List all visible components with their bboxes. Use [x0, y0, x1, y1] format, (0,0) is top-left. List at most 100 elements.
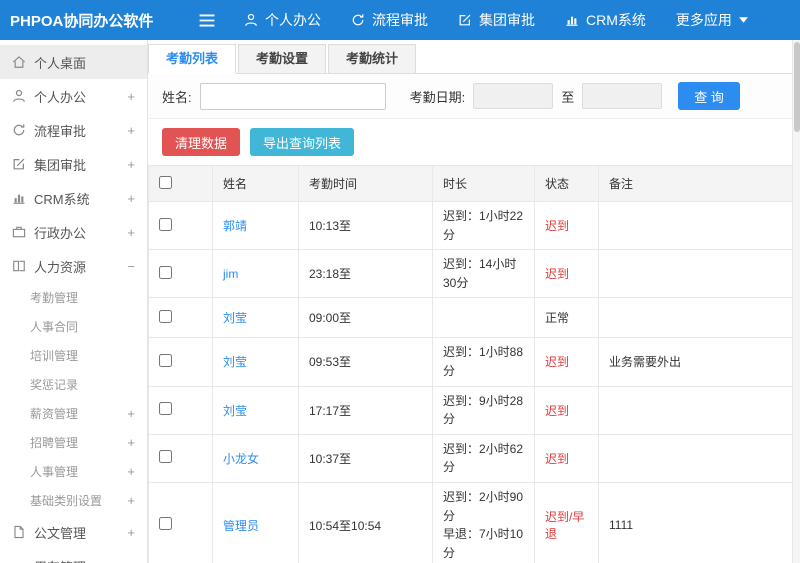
- tab-item[interactable]: 考勤统计: [328, 44, 417, 74]
- caret-down-icon: [738, 17, 748, 23]
- duration-cell: 迟到：1小时22分: [432, 200, 535, 251]
- sidebar-item[interactable]: 用车管理 +: [0, 549, 147, 563]
- row-checkbox[interactable]: [159, 402, 172, 416]
- time-cell: 09:00至: [298, 297, 433, 339]
- table-row: 刘莹 09:53至 迟到：1小时88分 迟到 业务需要外出: [148, 337, 800, 387]
- sidebar-item[interactable]: 人事管理 +: [0, 457, 147, 486]
- duration-cell: 迟到：2小时90分 早退：7小时10分: [432, 481, 535, 563]
- employee-name-link[interactable]: 小龙女: [223, 452, 259, 466]
- row-check-cell: [148, 433, 213, 483]
- topnav-item[interactable]: 集团审批: [458, 10, 535, 30]
- row-checkbox[interactable]: [159, 517, 172, 531]
- sidebar-item[interactable]: 奖惩记录: [0, 370, 147, 399]
- employee-name-link[interactable]: 刘莹: [223, 311, 247, 325]
- row-checkbox[interactable]: [159, 450, 172, 464]
- sidebar-item-label: CRM系统: [34, 191, 90, 207]
- user-icon: [12, 89, 26, 103]
- menu-icon[interactable]: [198, 13, 216, 27]
- sidebar-item[interactable]: 公文管理 +: [0, 515, 147, 549]
- sidebar-item-label: 培训管理: [30, 349, 79, 363]
- name-cell: 小龙女: [212, 433, 299, 483]
- date-to-label: 至: [561, 89, 575, 105]
- sidebar-item[interactable]: 行政办公 +: [0, 215, 147, 249]
- expand-toggle-icon[interactable]: +: [127, 435, 135, 450]
- status-text: 迟到/早退: [545, 510, 585, 542]
- topnav-item[interactable]: CRM系统: [565, 10, 646, 30]
- row-checkbox[interactable]: [159, 217, 172, 231]
- sidebar-item[interactable]: 培训管理: [0, 341, 147, 370]
- row-checkbox[interactable]: [159, 353, 172, 367]
- sidebar-item[interactable]: 人事合同: [0, 312, 147, 341]
- sidebar-item-label: 人事合同: [30, 320, 79, 334]
- duration-line: 迟到：9小时28分: [443, 393, 524, 427]
- tab-item[interactable]: 考勤列表: [148, 44, 237, 74]
- edit-icon: [12, 157, 26, 171]
- tab-item[interactable]: 考勤设置: [238, 44, 327, 74]
- status-cell: 迟到/早退: [534, 481, 599, 563]
- row-check-cell: [148, 481, 213, 563]
- expand-toggle-icon[interactable]: +: [127, 464, 135, 479]
- time-cell: 10:37至: [298, 433, 433, 483]
- export-list-button[interactable]: 导出查询列表: [250, 128, 355, 156]
- remark-cell: [598, 433, 800, 483]
- duration-line: 早退：7小时10分: [443, 527, 524, 560]
- expand-toggle-icon[interactable]: +: [127, 493, 135, 508]
- sidebar-item[interactable]: 招聘管理 +: [0, 428, 147, 457]
- sidebar-item-label: 招聘管理: [30, 436, 79, 450]
- table-row: 刘莹 09:00至 正常: [148, 297, 800, 339]
- status-text: 迟到: [545, 355, 570, 370]
- status-text: 迟到: [545, 219, 570, 234]
- date-start-input[interactable]: [473, 83, 554, 109]
- name-filter-label: 姓名:: [162, 89, 192, 105]
- select-all-checkbox[interactable]: [159, 175, 172, 189]
- sidebar-item[interactable]: 考勤管理: [0, 283, 147, 312]
- row-checkbox[interactable]: [159, 309, 172, 323]
- expand-toggle-icon[interactable]: +: [127, 406, 135, 421]
- name-filter-input[interactable]: [199, 82, 386, 110]
- expand-toggle-icon[interactable]: +: [127, 123, 135, 138]
- scrollbar-thumb[interactable]: [793, 42, 800, 132]
- time-cell: 10:54至10:54: [298, 481, 433, 563]
- clean-data-button[interactable]: 清理数据: [162, 128, 241, 156]
- layout: 个人桌面 个人办公 + 流程审批 + 集团审批 + CRM系统 + 行政办公 + 人力资源 − 考勤管理人…: [0, 40, 800, 563]
- duration-cell: [432, 297, 535, 339]
- date-end-input[interactable]: [582, 83, 663, 109]
- sidebar-item[interactable]: 个人桌面: [0, 45, 147, 79]
- sidebar-item[interactable]: 人力资源 −: [0, 249, 147, 283]
- sidebar-item[interactable]: 薪资管理 +: [0, 399, 147, 428]
- employee-name-link[interactable]: 刘莹: [223, 404, 247, 418]
- expand-toggle-icon[interactable]: +: [127, 525, 135, 540]
- table-row: 小龙女 10:37至 迟到：2小时62分 迟到: [148, 433, 800, 483]
- status-cell: 正常: [534, 297, 599, 339]
- employee-name-link[interactable]: 刘莹: [223, 355, 247, 369]
- expand-toggle-icon[interactable]: +: [127, 191, 135, 206]
- car-icon: [12, 559, 26, 563]
- remark-cell: 业务需要外出: [598, 337, 800, 387]
- topnav-item[interactable]: 更多应用: [676, 10, 748, 30]
- expand-toggle-icon[interactable]: −: [127, 259, 135, 274]
- vertical-scrollbar[interactable]: [792, 40, 800, 563]
- row-checkbox[interactable]: [159, 265, 172, 279]
- duration-line: 迟到：2小时90分: [443, 489, 524, 523]
- column-header: 备注: [598, 165, 800, 202]
- sidebar-item[interactable]: 基础类别设置 +: [0, 486, 147, 515]
- expand-toggle-icon[interactable]: +: [127, 89, 135, 104]
- column-header: 考勤时间: [298, 165, 433, 202]
- sidebar-item[interactable]: 流程审批 +: [0, 113, 147, 147]
- status-text: 迟到: [545, 267, 570, 282]
- doc-icon: [12, 525, 26, 539]
- sidebar-item[interactable]: 集团审批 +: [0, 147, 147, 181]
- employee-name-link[interactable]: 郭靖: [223, 219, 247, 233]
- query-button[interactable]: 查 询: [678, 82, 740, 110]
- topnav-item[interactable]: 个人办公: [244, 10, 321, 30]
- employee-name-link[interactable]: 管理员: [223, 519, 259, 533]
- attendance-table-wrap: 姓名 考勤时间 时长 状态 备注 郭靖 10:13至 迟到：1小时22分 迟到 jim 23:18…: [148, 165, 800, 563]
- sidebar-item[interactable]: 个人办公 +: [0, 79, 147, 113]
- expand-toggle-icon[interactable]: +: [127, 157, 135, 172]
- expand-toggle-icon[interactable]: +: [127, 225, 135, 240]
- duration-cell: 迟到：14小时30分: [432, 249, 535, 299]
- topnav-item[interactable]: 流程审批: [351, 10, 428, 30]
- employee-name-link[interactable]: jim: [223, 267, 238, 281]
- sidebar-item[interactable]: CRM系统 +: [0, 181, 147, 215]
- expand-toggle-icon[interactable]: +: [127, 559, 135, 563]
